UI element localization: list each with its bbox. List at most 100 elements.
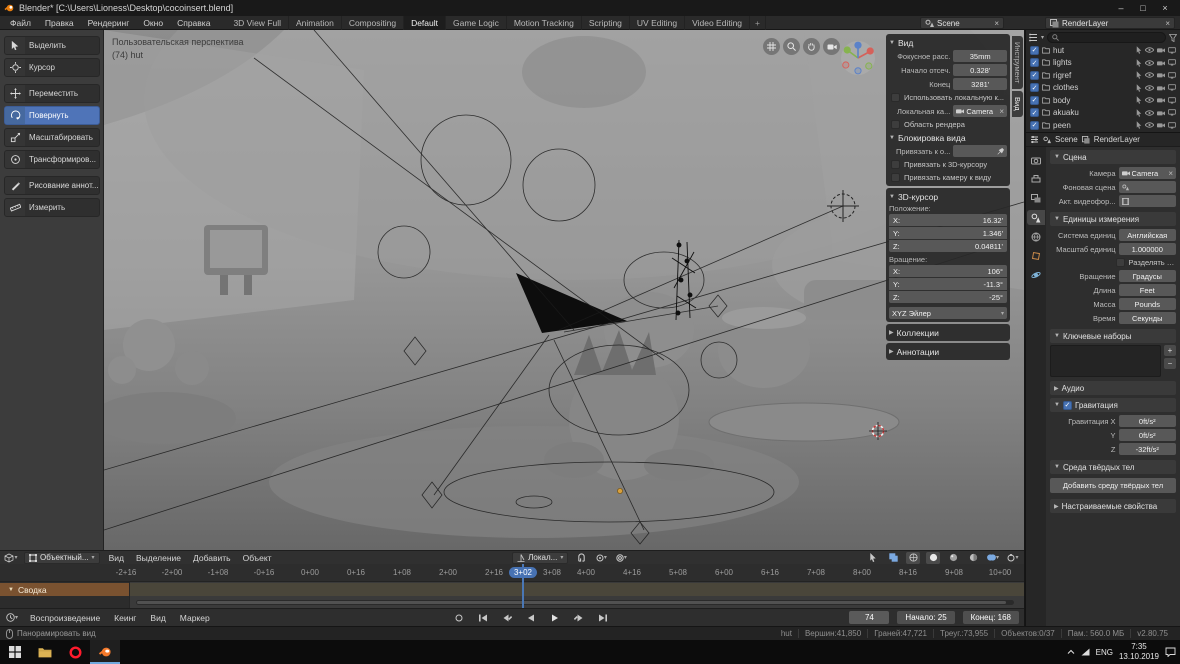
- gravity-checkbox[interactable]: ✓: [1063, 401, 1072, 410]
- render-tab-icon[interactable]: [1027, 153, 1045, 168]
- minimize-button[interactable]: –: [1110, 1, 1132, 15]
- clip-end-field[interactable]: 3281': [953, 78, 1007, 90]
- add-workspace-button[interactable]: +: [750, 16, 766, 30]
- render-visibility-icon[interactable]: [1157, 121, 1165, 129]
- viewport-menu-select[interactable]: Выделение: [133, 553, 184, 563]
- output-tab-icon[interactable]: [1027, 172, 1045, 187]
- workspace-tab[interactable]: Scripting: [582, 16, 630, 30]
- next-keyframe-button[interactable]: [571, 611, 587, 625]
- hide-eye-icon[interactable]: [1145, 46, 1154, 54]
- scene-selector[interactable]: Scene ×: [920, 17, 1004, 29]
- viewport-visibility-icon[interactable]: [1168, 84, 1176, 92]
- collection-checkbox[interactable]: ✓: [1030, 121, 1039, 130]
- workspace-tab[interactable]: Video Editing: [685, 16, 750, 30]
- collection-checkbox[interactable]: ✓: [1030, 71, 1039, 80]
- viewport-menu-add[interactable]: Добавить: [190, 553, 234, 563]
- mode-selector[interactable]: Объектный...▾: [24, 552, 100, 564]
- viewport-visibility-icon[interactable]: [1168, 109, 1176, 117]
- hide-eye-icon[interactable]: [1145, 96, 1154, 104]
- unlink-layer-icon[interactable]: ×: [1165, 19, 1170, 28]
- overlays-toggle-icon[interactable]: ▾: [986, 552, 1000, 564]
- local-camera-field[interactable]: Camera ×: [953, 105, 1007, 117]
- editor-type-properties-icon[interactable]: [1030, 135, 1039, 144]
- xray-toggle-icon[interactable]: [886, 552, 900, 564]
- focal-length-field[interactable]: 35mm: [953, 50, 1007, 62]
- select-visible-icon[interactable]: [866, 552, 880, 564]
- timeline-ruler[interactable]: -2+16 -2+00 -1+08 -0+16 0+00 0+16 1+08 2…: [0, 564, 1024, 582]
- tool-scale[interactable]: Масштабировать: [4, 128, 100, 147]
- view-layer-tab-icon[interactable]: [1027, 191, 1045, 206]
- workspace-tab[interactable]: Compositing: [342, 16, 404, 30]
- scene-tab-icon-active[interactable]: [1027, 210, 1045, 225]
- menu-file[interactable]: Файл: [4, 16, 37, 30]
- panel-header-view-lock[interactable]: ▼Блокировка вида: [889, 131, 1007, 144]
- panel-header-rigid-body[interactable]: ▼Среда твёрдых тел: [1050, 460, 1176, 474]
- panel-header-annotations[interactable]: ▶Аннотации: [889, 345, 1007, 358]
- scene-camera-field[interactable]: Camera ×: [1119, 167, 1176, 179]
- tray-chevron-icon[interactable]: [1067, 649, 1075, 655]
- editor-type-timeline-icon[interactable]: ▾: [5, 612, 19, 624]
- hide-eye-icon[interactable]: [1145, 121, 1154, 129]
- filter-icon[interactable]: [1169, 34, 1177, 42]
- viewport-visibility-icon[interactable]: [1168, 46, 1176, 54]
- selectable-icon[interactable]: [1136, 96, 1142, 104]
- lock-object-field[interactable]: [953, 145, 1007, 157]
- camera-view-button[interactable]: [823, 38, 840, 55]
- clip-start-field[interactable]: 0.328': [953, 64, 1007, 76]
- jump-to-end-button[interactable]: [595, 611, 611, 625]
- menu-edit[interactable]: Правка: [39, 16, 80, 30]
- transform-orientation-dropdown[interactable]: Локал...▾: [512, 552, 568, 564]
- length-unit-dropdown[interactable]: Feet: [1119, 284, 1176, 296]
- cursor-x-field[interactable]: X:16.32': [889, 214, 1007, 226]
- taskbar-clock[interactable]: 7:35 13.10.2019: [1119, 642, 1159, 662]
- shading-wireframe-icon[interactable]: [906, 552, 920, 564]
- navigation-gizmo[interactable]: [840, 40, 876, 76]
- tool-rotate-active[interactable]: Повернуть: [4, 106, 100, 125]
- view-layer-selector[interactable]: RenderLayer ×: [1045, 17, 1175, 29]
- outliner-row-hut[interactable]: ✓ hut: [1028, 44, 1178, 57]
- rotation-mode-dropdown[interactable]: XYZ Эйлер▾: [889, 307, 1007, 319]
- selectable-icon[interactable]: [1136, 71, 1142, 79]
- workspace-tab-active[interactable]: Default: [404, 16, 446, 30]
- workspace-tab[interactable]: Motion Tracking: [507, 16, 582, 30]
- panel-header-gravity[interactable]: ▼✓Гравитация: [1050, 398, 1176, 412]
- outliner-row-rigref[interactable]: ✓ rigref: [1028, 69, 1178, 82]
- hide-eye-icon[interactable]: [1145, 71, 1154, 79]
- viewport-menu-view[interactable]: Вид: [106, 553, 127, 563]
- timeline-editor[interactable]: -2+16 -2+00 -1+08 -0+16 0+00 0+16 1+08 2…: [0, 564, 1024, 608]
- outliner-row-clothes[interactable]: ✓ clothes: [1028, 82, 1178, 95]
- eyedropper-icon[interactable]: [997, 148, 1004, 155]
- render-region-checkbox[interactable]: [891, 120, 900, 129]
- workspace-tab[interactable]: UV Editing: [630, 16, 685, 30]
- cursor-rot-y-field[interactable]: Y:-11.3°: [889, 278, 1007, 290]
- world-tab-icon[interactable]: [1027, 229, 1045, 244]
- panel-header-scene[interactable]: ▼Сцена: [1050, 150, 1176, 164]
- keying-sets-list[interactable]: [1050, 345, 1161, 377]
- sidebar-tab-tool[interactable]: Инструмент: [1012, 36, 1023, 89]
- add-rigid-body-world-button[interactable]: Добавить среду твёрдых тел: [1050, 478, 1176, 493]
- sidebar-tab-view[interactable]: Вид: [1012, 91, 1023, 117]
- separate-units-checkbox[interactable]: [1116, 258, 1125, 267]
- selectable-icon[interactable]: [1136, 121, 1142, 129]
- snap-target-dropdown[interactable]: ▾: [594, 552, 608, 564]
- clear-scene-camera-icon[interactable]: ×: [1168, 169, 1173, 178]
- gravity-y-field[interactable]: 0ft/s²: [1119, 429, 1176, 441]
- panel-header-units[interactable]: ▼Единицы измерения: [1050, 212, 1176, 226]
- render-visibility-icon[interactable]: [1157, 59, 1165, 67]
- tool-measure[interactable]: Измерить: [4, 198, 100, 217]
- menu-render[interactable]: Рендеринг: [82, 16, 136, 30]
- render-visibility-icon[interactable]: [1157, 46, 1165, 54]
- timeline-menu-keying[interactable]: Кеинг: [111, 613, 139, 623]
- collection-checkbox[interactable]: ✓: [1030, 58, 1039, 67]
- panel-header-3d-cursor[interactable]: ▼3D-курсор: [889, 190, 1007, 203]
- workspace-tab[interactable]: 3D View Full: [226, 16, 289, 30]
- close-button[interactable]: ×: [1154, 1, 1176, 15]
- prev-keyframe-button[interactable]: [499, 611, 515, 625]
- collection-checkbox[interactable]: ✓: [1030, 108, 1039, 117]
- physics-tab-icon[interactable]: [1027, 267, 1045, 282]
- opera-browser-icon[interactable]: [60, 640, 90, 664]
- render-visibility-icon[interactable]: [1157, 84, 1165, 92]
- panel-header-collections[interactable]: ▶Коллекции: [889, 326, 1007, 339]
- remove-keying-set-button[interactable]: −: [1164, 358, 1176, 369]
- play-button[interactable]: [547, 611, 563, 625]
